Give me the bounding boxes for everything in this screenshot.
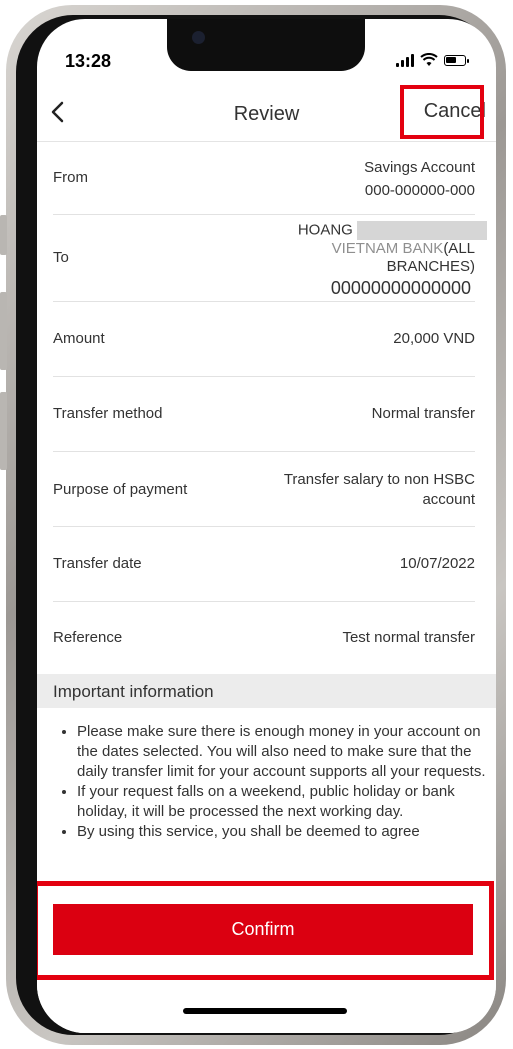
amount-row: Amount 20,000 VND xyxy=(53,302,475,377)
to-label: To xyxy=(53,249,69,266)
from-account-number: 000-000000-000 xyxy=(364,182,475,199)
camera-icon xyxy=(192,31,205,44)
home-indicator[interactable] xyxy=(183,1008,347,1014)
from-row: From Savings Account 000-000000-000 xyxy=(53,142,475,215)
to-account-number: 00000000000000 xyxy=(330,278,471,298)
confirm-footer: Confirm xyxy=(37,881,496,1033)
transfer-date-row: Transfer date 10/07/2022 xyxy=(53,527,475,602)
important-info-header: Important information xyxy=(37,674,496,708)
reference-value: Test normal transfer xyxy=(342,629,475,646)
from-account-name: Savings Account xyxy=(364,159,475,176)
purpose-value-line2: account xyxy=(422,491,475,508)
to-bank-name: VIETNAM BANK xyxy=(331,240,444,257)
to-recipient: HOANG xyxy=(298,221,487,240)
to-recipient-name: HOANG xyxy=(297,221,353,239)
reference-label: Reference xyxy=(53,629,123,646)
mute-switch xyxy=(0,215,7,255)
transfer-date-value: 10/07/2022 xyxy=(399,555,475,572)
info-item: Please make sure there is enough money i… xyxy=(77,722,496,782)
status-icons xyxy=(396,53,469,67)
amount-label: Amount xyxy=(53,330,105,347)
important-info-scroll[interactable]: Please make sure there is enough money i… xyxy=(37,709,496,881)
amount-value: 20,000 VND xyxy=(393,330,475,347)
notch xyxy=(167,19,365,71)
transfer-method-value: Normal transfer xyxy=(371,405,475,422)
to-bank-suffix: (ALL xyxy=(443,240,475,257)
from-label: From xyxy=(53,169,88,186)
purpose-value: Transfer salary to non HSBC account xyxy=(284,470,475,510)
purpose-value-line1: Transfer salary to non HSBC xyxy=(283,471,475,488)
purpose-row: Purpose of payment Transfer salary to no… xyxy=(53,452,475,527)
transfer-method-label: Transfer method xyxy=(53,405,163,422)
battery-icon xyxy=(444,54,469,66)
transfer-method-row: Transfer method Normal transfer xyxy=(53,377,475,452)
important-info-list: Please make sure there is enough money i… xyxy=(59,722,496,842)
to-bank: VIETNAM BANK(ALL BRANCHES) xyxy=(332,240,475,276)
important-info-heading: Important information xyxy=(53,682,214,701)
to-row: To HOANG VIETNAM BANK(ALL BRANCHES) 0000… xyxy=(53,215,487,302)
cancel-highlight-box xyxy=(400,85,484,139)
volume-up-button xyxy=(0,292,7,370)
wifi-icon xyxy=(420,53,438,66)
reference-row: Reference Test normal transfer xyxy=(53,602,475,674)
signal-icon xyxy=(396,53,414,67)
redacted-name-mask xyxy=(357,221,487,240)
to-bank-branches: BRANCHES) xyxy=(386,258,475,275)
phone-screen: 13:28 Review Cancel From Savings Account… xyxy=(37,19,496,1033)
purpose-label: Purpose of payment xyxy=(53,481,188,498)
transfer-date-label: Transfer date xyxy=(53,555,142,572)
status-time: 13:28 xyxy=(65,51,112,71)
volume-down-button xyxy=(0,392,7,470)
confirm-highlight-box xyxy=(37,881,494,980)
info-item: If your request falls on a weekend, publ… xyxy=(77,782,496,822)
info-item: By using this service, you shall be deem… xyxy=(77,822,496,842)
